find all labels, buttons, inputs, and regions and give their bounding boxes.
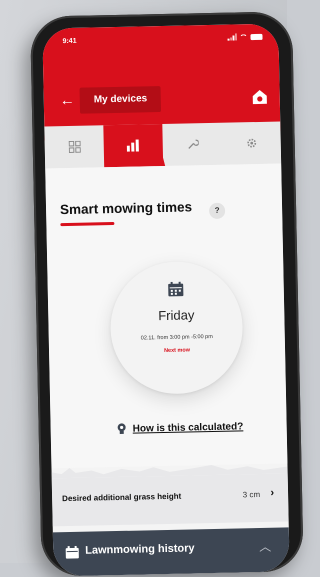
status-icons — [227, 33, 263, 41]
status-bar: 9:41 — [42, 32, 278, 51]
calendar-icon — [65, 545, 79, 559]
app-screen: 9:41 ← My devices Smart mowing times ? F… — [42, 23, 290, 577]
bar-chart-icon — [126, 139, 139, 152]
tab-tools[interactable] — [162, 123, 222, 166]
phone-frame: 9:41 ← My devices Smart mowing times ? F… — [30, 11, 304, 577]
top-bar: ← My devices — [43, 82, 280, 119]
calculation-link[interactable]: How is this calculated? — [117, 420, 244, 435]
mow-status: Next mow — [163, 347, 191, 355]
wifi-icon — [239, 33, 248, 40]
gear-icon — [246, 138, 256, 148]
grass-height-value: 3 cm — [242, 490, 261, 500]
next-mow-card: Friday 02.11. from 3:00 pm -5:00 pm Next… — [109, 260, 244, 396]
mow-time-range: 02.11. from 3:00 pm -5:00 pm — [140, 333, 213, 342]
lightbulb-icon — [117, 423, 126, 434]
mow-day: Friday — [158, 307, 195, 324]
history-label: Lawnmowing history — [85, 542, 195, 557]
grass-height-row[interactable]: Desired additional grass height 3 cm › — [51, 473, 289, 527]
tab-settings[interactable] — [221, 122, 281, 165]
chevron-up-icon[interactable]: ︿ — [259, 538, 271, 555]
calendar-icon — [168, 281, 184, 297]
grass-height-label: Desired additional grass height — [62, 491, 182, 504]
tab-slant — [154, 123, 166, 167]
section-title: Smart mowing times — [59, 199, 193, 218]
signal-icon — [227, 33, 237, 41]
lawnmowing-history-bar[interactable]: Lawnmowing history ︿ — [52, 527, 290, 577]
main-content: Smart mowing times ? Friday 02.11. from … — [45, 163, 288, 469]
help-button[interactable]: ? — [208, 202, 226, 220]
wrench-icon — [187, 139, 199, 149]
calculation-link-text[interactable]: How is this calculated? — [133, 421, 244, 434]
title-underline — [60, 222, 115, 227]
battery-icon — [250, 33, 263, 40]
status-time: 9:41 — [62, 37, 77, 46]
chevron-right-icon: › — [270, 486, 275, 499]
back-arrow-icon[interactable]: ← — [60, 92, 75, 109]
home-icon[interactable] — [252, 89, 268, 105]
page-title[interactable]: My devices — [79, 86, 162, 114]
grid-icon — [68, 140, 81, 153]
tab-overview[interactable] — [44, 125, 104, 168]
